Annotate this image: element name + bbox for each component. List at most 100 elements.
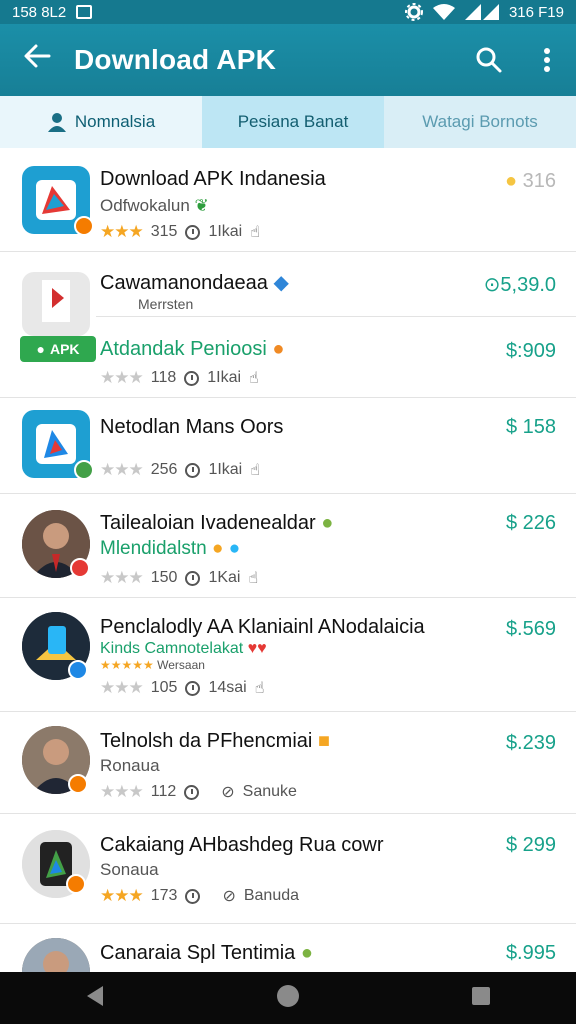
list-item[interactable]: Canaraia Spl Tentimia ● $.995 [0,924,576,972]
emoji-icon: ● [228,538,241,559]
tab-watagi-bornots[interactable]: Watagi Bornots [384,96,576,148]
meta-label: 14sai [208,679,247,696]
app-icon [22,272,90,336]
item-title: Canaraia Spl Tentimia ● [100,942,313,964]
list-item[interactable]: Telnolsh da PFhencmiai ■ Ronaua ★★★ 112 … [0,712,576,814]
item-title: Penclalodly AA Klaniainl ANodalaicia [100,616,425,638]
item-meta: ★★★ 173 ⊘ Banuda [100,886,299,906]
item-title: Download APK Indanesia [100,168,326,190]
status-right-text: 316 F19 [508,3,564,21]
verified-icon: ◆ [273,272,289,294]
emoji-icon: ● [321,512,334,534]
tab-pesiana-banat[interactable]: Pesiana Banat [202,96,384,148]
search-icon [476,47,502,73]
list-item[interactable]: Penclalodly AA Klaniainl ANodalaicia Kin… [0,598,576,712]
folder-icon: ■ [317,730,330,752]
clock-icon [185,462,201,478]
more-vert-icon [544,48,550,72]
status-badge-icon [68,774,88,794]
clock-icon [185,888,201,904]
tab-nomnalsia[interactable]: Nomnalsia [0,96,202,148]
item-meta: ★★★ 118 1Ikai ☝ [100,368,259,388]
avatar [22,938,90,972]
thumb-icon: ☝ [254,680,265,697]
meta-label: 1Ikai [207,369,242,386]
list-item[interactable]: Tailealoian Ivadenealdar ● Mlendidalstn … [0,494,576,598]
notification-icon [76,5,93,19]
item-price: $.239 [505,732,556,754]
rating-count: 150 [150,569,178,586]
apk-tag: ● APK [20,336,96,362]
item-price: $ 299 [505,834,556,856]
rating-stars-icon: ★★★ [100,678,144,697]
link-icon: ⊘ [221,784,235,801]
search-button[interactable] [460,46,518,74]
item-subtitle: Ronaua [100,756,160,775]
item-price: ● 316 [504,170,556,192]
thumb-icon: ☝ [249,370,259,387]
clock-icon [185,680,201,696]
item-subtitle-secondary: Atdandak Penioosi ● [100,338,285,360]
rating-stars-icon: ★★★ [100,782,144,801]
item-subtitle-secondary: ★★★★★ Wersaan [100,658,205,672]
coin-icon: ● [504,170,518,192]
leaf-icon: ❦ [194,196,209,215]
item-title: Cawamanondaeaa ◆ [100,272,289,294]
list-item[interactable]: ● APK Cawamanondaeaa ◆ Merrsten Atdandak… [0,252,576,398]
nav-recents-button[interactable] [471,986,491,1011]
list-item[interactable]: Cakaiang AHbashdeg Rua cowr Sonaua ★★★ 1… [0,814,576,924]
item-title: Tailealoian Ivadenealdar ● [100,512,334,534]
back-button[interactable] [0,42,74,78]
status-badge-icon [66,874,86,894]
page-title: Download APK [74,44,277,75]
system-nav-bar [0,972,576,1024]
tab-bar: Nomnalsia Pesiana Banat Watagi Bornots [0,96,576,148]
item-title: Cakaiang AHbashdeg Rua cowr [100,834,384,856]
verified-badge-icon [74,216,94,236]
rating-stars-icon: ★★★ [100,368,144,387]
thumb-icon: ☝ [248,570,259,587]
item-price-secondary: $:909 [505,340,556,362]
thumbs-up-icon: ⊙ [483,274,501,296]
meta-label: Sanuke [242,783,297,800]
tab-label: Nomnalsia [74,112,156,131]
person-icon [47,113,66,132]
nav-home-button[interactable] [276,984,300,1013]
nav-back-button[interactable] [85,985,105,1012]
rating-count: 256 [150,461,178,478]
item-price: $.995 [505,942,556,964]
emoji-icon: ● [272,338,285,360]
rating-stars-icon: ★★★ [100,222,144,241]
arrow-back-icon [24,44,51,68]
item-price: ⊙5,39.0 [483,274,556,296]
app-list: Download APK Indanesia Odfwokalun ❦ ★★★ … [0,150,576,972]
overflow-menu-button[interactable] [518,47,576,73]
meta-label: 1Kai [208,569,241,586]
item-meta: ★★★ 150 1Kai ☝ [100,568,258,588]
android-icon: ● [36,341,45,357]
status-badge-icon [70,558,90,578]
list-item[interactable]: Download APK Indanesia Odfwokalun ❦ ★★★ … [0,150,576,252]
app-icon [22,410,94,480]
item-subtitle: Kinds Camnotelakat ♥♥ [100,640,267,657]
meta-label: 1Ikai [208,461,243,478]
status-bar: 158 8L2 316 F19 [0,0,576,24]
tab-label: Watagi Bornots [422,112,538,131]
rating-stars-icon: ★★★ [100,460,144,479]
item-subtitle: Merrsten [138,296,194,312]
meta-label: Banuda [243,887,300,904]
list-item[interactable]: Netodlan Mans Oors ★★★ 256 1Ikai ☝ $ 158 [0,398,576,494]
thumb-icon: ☝ [250,224,260,241]
rating-count: 105 [150,679,178,696]
status-time: 158 8L2 [12,3,67,21]
item-price: $.569 [505,618,556,640]
item-meta: ★★★ 105 14sai ☝ [100,678,264,698]
clock-icon [185,224,201,240]
square-recents-icon [471,986,490,1005]
item-meta: ★★★ 112 ⊘ Sanuke [100,782,297,802]
divider [96,316,576,317]
rating-count: 118 [150,369,177,386]
meta-label: 1Ikai [208,223,243,240]
item-subtitle: Sonaua [100,860,159,879]
item-meta: ★★★ 256 1Ikai ☝ [100,460,260,480]
